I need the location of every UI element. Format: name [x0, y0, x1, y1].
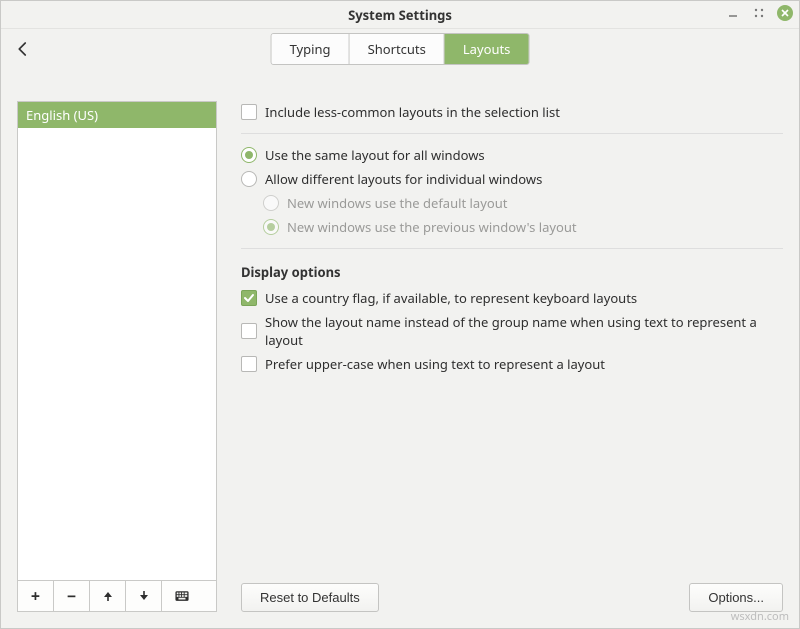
row-use-flag: Use a country flag, if available, to rep… — [241, 287, 783, 309]
maximize-button[interactable] — [751, 5, 767, 21]
label-include-less-common[interactable]: Include less-common layouts in the selec… — [265, 103, 560, 121]
layout-item-english-us[interactable]: English (US) — [18, 102, 216, 128]
panel-footer: Reset to Defaults Options... — [241, 583, 783, 612]
label-new-win-default: New windows use the default layout — [287, 194, 507, 212]
titlebar: System Settings — [1, 1, 799, 29]
checkbox-use-flag[interactable] — [241, 290, 257, 306]
separator-2 — [241, 248, 783, 249]
back-button[interactable] — [11, 37, 35, 61]
row-prefer-upper: Prefer upper-case when using text to rep… — [241, 353, 783, 375]
options-button[interactable]: Options... — [689, 583, 783, 612]
layouts-list[interactable]: English (US) — [17, 101, 217, 580]
display-options-group: Use a country flag, if available, to rep… — [241, 287, 783, 375]
radio-new-win-previous — [263, 219, 279, 235]
label-same-layout-all[interactable]: Use the same layout for all windows — [265, 146, 485, 164]
settings-panel: Include less-common layouts in the selec… — [241, 101, 783, 612]
add-layout-button[interactable]: + — [18, 581, 54, 611]
row-show-layout-name: Show the layout name instead of the grou… — [241, 311, 783, 351]
radio-allow-different[interactable] — [241, 171, 257, 187]
label-use-flag[interactable]: Use a country flag, if available, to rep… — [265, 289, 637, 307]
row-same-layout-all: Use the same layout for all windows — [241, 144, 783, 166]
checkbox-include-less-common[interactable] — [241, 104, 257, 120]
display-options-heading: Display options — [241, 259, 783, 287]
tab-layouts[interactable]: Layouts — [445, 34, 529, 64]
header-row: Typing Shortcuts Layouts — [1, 29, 799, 69]
minimize-button[interactable] — [725, 5, 741, 21]
window-controls — [725, 5, 793, 21]
label-new-win-previous: New windows use the previous window's la… — [287, 218, 577, 236]
reset-defaults-button[interactable]: Reset to Defaults — [241, 583, 379, 612]
radio-same-layout-all[interactable] — [241, 147, 257, 163]
settings-window: System Settings Typing S — [0, 0, 800, 629]
tab-shortcuts[interactable]: Shortcuts — [350, 34, 445, 64]
label-prefer-upper[interactable]: Prefer upper-case when using text to rep… — [265, 355, 605, 373]
move-down-button[interactable] — [126, 581, 162, 611]
checkbox-show-layout-name[interactable] — [241, 323, 257, 339]
window-layout-radio-group: Use the same layout for all windows Allo… — [241, 144, 783, 238]
remove-layout-button[interactable]: − — [54, 581, 90, 611]
content-area: English (US) + − Include less-commo — [1, 69, 799, 628]
close-button[interactable] — [777, 5, 793, 21]
window-title: System Settings — [348, 6, 452, 24]
layouts-toolbar: + − — [17, 580, 217, 612]
move-up-button[interactable] — [90, 581, 126, 611]
separator-1 — [241, 133, 783, 134]
row-include-less-common: Include less-common layouts in the selec… — [241, 101, 783, 123]
keyboard-preview-button[interactable] — [162, 581, 202, 611]
row-new-win-previous: New windows use the previous window's la… — [241, 216, 783, 238]
label-show-layout-name[interactable]: Show the layout name instead of the grou… — [265, 313, 783, 349]
row-new-win-default: New windows use the default layout — [241, 192, 783, 214]
radio-new-win-default — [263, 195, 279, 211]
label-allow-different[interactable]: Allow different layouts for individual w… — [265, 170, 542, 188]
checkbox-prefer-upper[interactable] — [241, 356, 257, 372]
tab-bar: Typing Shortcuts Layouts — [271, 33, 530, 65]
layouts-sidebar: English (US) + − — [17, 101, 217, 612]
tab-typing[interactable]: Typing — [272, 34, 350, 64]
row-allow-different: Allow different layouts for individual w… — [241, 168, 783, 190]
